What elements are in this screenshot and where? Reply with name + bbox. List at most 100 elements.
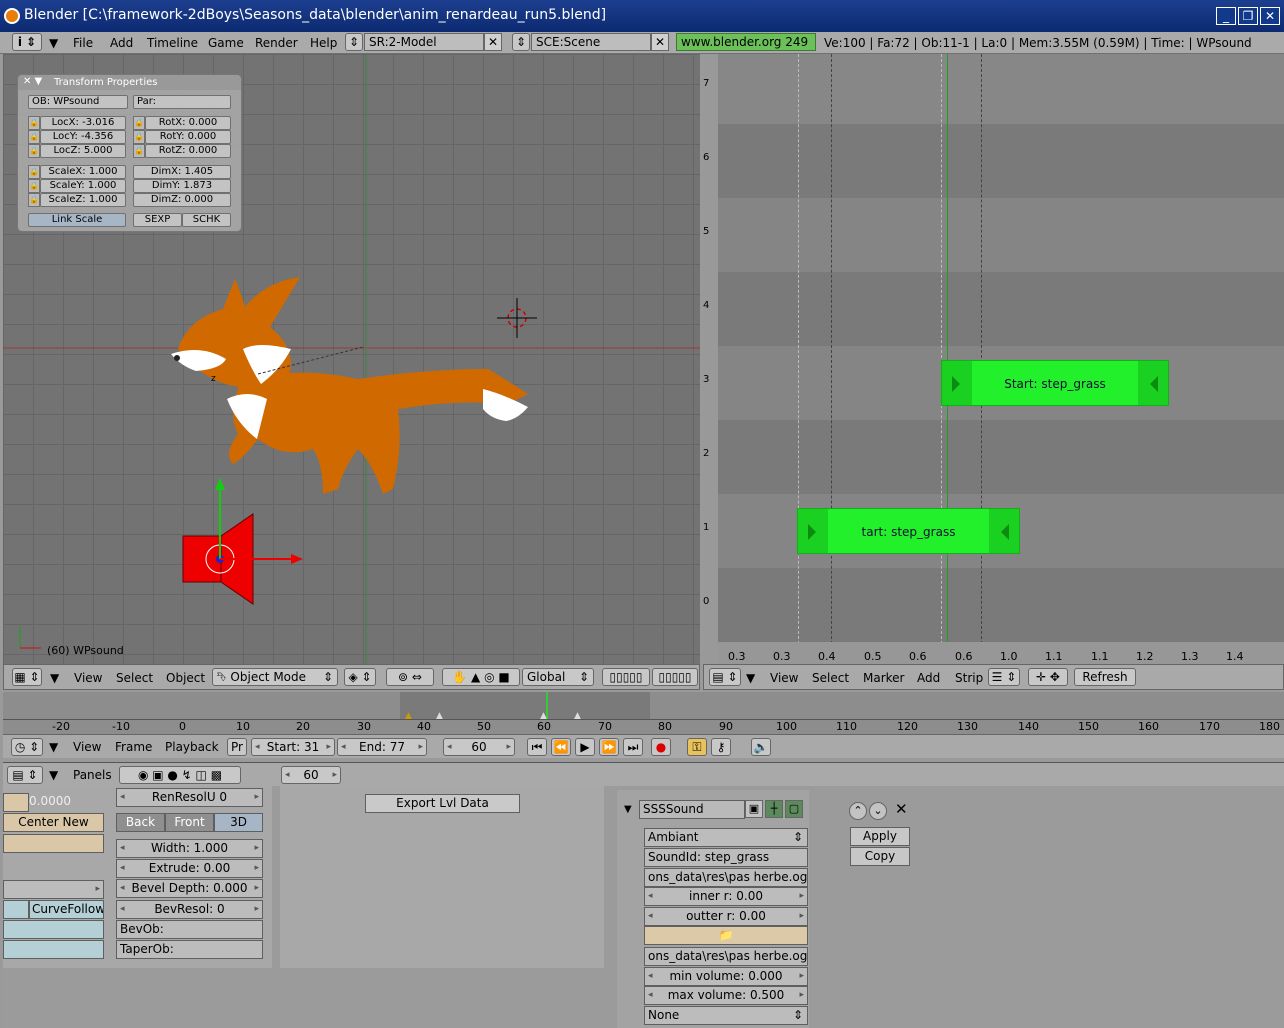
orientation-select[interactable]: Global ⇕	[522, 668, 594, 686]
lock-icon[interactable]: 🔒	[133, 130, 145, 144]
info-window-type-button[interactable]: i ⇕	[12, 33, 42, 51]
dimy-field[interactable]: DimY: 1.873	[133, 179, 231, 193]
play-icon[interactable]: ▶	[575, 738, 595, 756]
sound-strip[interactable]: Start: step_grass	[941, 360, 1169, 406]
lock-icon[interactable]: 🔒	[28, 144, 40, 158]
manipulator-icons[interactable]: ✋ ▲ ◎ ■	[442, 668, 520, 686]
collapse-menu-icon[interactable]: ▼	[50, 671, 59, 685]
outter-radius-field[interactable]: outter r: 0.00	[644, 907, 808, 926]
sound-file-field-2[interactable]: ons_data\res\pas herbe.ogg	[644, 947, 808, 966]
next-key-icon[interactable]: ⏩	[599, 738, 619, 756]
start-frame-field[interactable]: Start: 31	[251, 738, 335, 756]
scene-name-field[interactable]: SCE:Scene	[531, 33, 651, 51]
scalez-field[interactable]: ScaleZ: 1.000	[40, 193, 126, 207]
curvefollow-toggle[interactable]: CurveFollow	[29, 900, 104, 919]
collapse-icon[interactable]: ▼	[624, 804, 632, 815]
audio-icon[interactable]: 🔈	[751, 738, 771, 756]
menu-select[interactable]: Select	[812, 671, 849, 685]
copy-button[interactable]: Copy	[850, 847, 910, 866]
blank-field[interactable]	[3, 880, 104, 899]
keying-icon[interactable]: ⚿	[687, 738, 707, 756]
end-frame-field[interactable]: End: 77	[337, 738, 427, 756]
screen-delete-button[interactable]: ✕	[484, 33, 502, 51]
scene-browse-button[interactable]: ⇕	[512, 33, 530, 51]
image-icon[interactable]: ▣	[745, 800, 763, 818]
rotx-field[interactable]: RotX: 0.000	[145, 116, 231, 130]
sexp-button[interactable]: SEXP	[133, 213, 182, 227]
menu-view[interactable]: View	[74, 671, 102, 685]
apply-button[interactable]: Apply	[850, 827, 910, 846]
collapse-menu-icon[interactable]: ▼	[746, 671, 755, 685]
preview-range-button[interactable]: Pr	[227, 738, 247, 756]
layer-buttons-1[interactable]: ▯▯▯▯▯	[602, 668, 650, 686]
minimize-button[interactable]: _	[1216, 7, 1236, 25]
none-select[interactable]: None ⇕	[644, 1006, 808, 1025]
menu-render[interactable]: Render	[255, 36, 298, 50]
menu-help[interactable]: Help	[310, 36, 337, 50]
object-name-field[interactable]: OB: WPsound	[28, 95, 128, 109]
link-scale-button[interactable]: Link Scale	[28, 213, 126, 227]
key-icon[interactable]: ⚷	[711, 738, 731, 756]
menu-object[interactable]: Object	[166, 671, 205, 685]
zoom-icons[interactable]: ✛ ✥	[1028, 668, 1068, 686]
3d-toggle[interactable]: 3D	[214, 813, 263, 832]
lock-icon[interactable]: 🔒	[28, 179, 40, 193]
close-icon[interactable]: ✕	[895, 800, 908, 818]
blank-button[interactable]	[3, 834, 104, 853]
menu-strip[interactable]: Strip	[955, 671, 983, 685]
schk-button[interactable]: SCHK	[182, 213, 231, 227]
box-icon[interactable]: ▢	[785, 800, 803, 818]
value-field[interactable]: 0.0000	[29, 793, 104, 812]
menu-view[interactable]: View	[770, 671, 798, 685]
scalex-field[interactable]: ScaleX: 1.000	[40, 165, 126, 179]
parent-field[interactable]: Par:	[133, 95, 231, 109]
refresh-button[interactable]: Refresh	[1074, 668, 1136, 686]
current-frame-field[interactable]: 60	[443, 738, 515, 756]
menu-timeline[interactable]: Timeline	[147, 36, 198, 50]
browse-file-icon[interactable]: 📁	[644, 926, 808, 945]
menu-file[interactable]: File	[73, 36, 93, 50]
screen-browse-button[interactable]: ⇕	[345, 33, 363, 51]
menu-game[interactable]: Game	[208, 36, 244, 50]
sequencer-view[interactable]: 7 6 5 4 3 2 1 0 Start: step_grass tart: …	[703, 54, 1284, 664]
locx-field[interactable]: LocX: -3.016	[40, 116, 126, 130]
max-volume-field[interactable]: max volume: 0.500	[644, 986, 808, 1005]
export-lvl-data-button[interactable]: Export Lvl Data	[365, 794, 520, 813]
view-type-icon[interactable]: ☰ ⇕	[988, 668, 1020, 686]
lock-icon[interactable]: 🔒	[133, 144, 145, 158]
prev-key-icon[interactable]: ⏪	[551, 738, 571, 756]
dimx-field[interactable]: DimX: 1.405	[133, 165, 231, 179]
menu-frame[interactable]: Frame	[115, 740, 152, 754]
rotz-field[interactable]: RotZ: 0.000	[145, 144, 231, 158]
back-toggle[interactable]: Back	[116, 813, 165, 832]
scaley-field[interactable]: ScaleY: 1.000	[40, 179, 126, 193]
menu-add[interactable]: Add	[917, 671, 940, 685]
collapse-menu-icon[interactable]: ▼	[49, 740, 58, 754]
close-window-button[interactable]: ✕	[1260, 7, 1280, 25]
lock-icon[interactable]: 🔒	[28, 130, 40, 144]
buttons-window-type-icon[interactable]: ▤ ⇕	[7, 766, 43, 784]
menu-playback[interactable]: Playback	[165, 740, 219, 754]
sound-name-field[interactable]: SSSSound	[639, 800, 745, 819]
locy-field[interactable]: LocY: -4.356	[40, 130, 126, 144]
roty-field[interactable]: RotY: 0.000	[145, 130, 231, 144]
width-field[interactable]: Width: 1.000	[116, 839, 263, 858]
collapse-menu-icon[interactable]: ▼	[49, 36, 58, 50]
sequencer-window-type-icon[interactable]: ▤ ⇕	[709, 668, 741, 686]
sound-type-select[interactable]: Ambiant ⇕	[644, 828, 808, 847]
locz-field[interactable]: LocZ: 5.000	[40, 144, 126, 158]
menu-select[interactable]: Select	[116, 671, 153, 685]
sound-file-field[interactable]: ons_data\res\pas herbe.ogg	[644, 868, 808, 887]
close-panel-icon[interactable]: ✕ ▼	[23, 76, 42, 87]
grid-window-type-icon[interactable]: ▦ ⇕	[12, 668, 42, 686]
extrude-field[interactable]: Extrude: 0.00	[116, 859, 263, 878]
scene-delete-button[interactable]: ✕	[651, 33, 669, 51]
timeline-ruler[interactable]: ▲ ▲ ▲ ▲ -20 -10 0 10 20 30 40 50 60 70 8…	[3, 692, 1284, 734]
blank-toggle[interactable]	[3, 920, 104, 939]
maximize-button[interactable]: ❐	[1238, 7, 1258, 25]
sound-strip[interactable]: tart: step_grass	[797, 508, 1020, 554]
context-icons[interactable]: ◉ ▣ ● ↯ ◫ ▩	[119, 766, 241, 784]
dimz-field[interactable]: DimZ: 0.000	[133, 193, 231, 207]
menu-add[interactable]: Add	[110, 36, 133, 50]
inner-radius-field[interactable]: inner r: 0.00	[644, 887, 808, 906]
